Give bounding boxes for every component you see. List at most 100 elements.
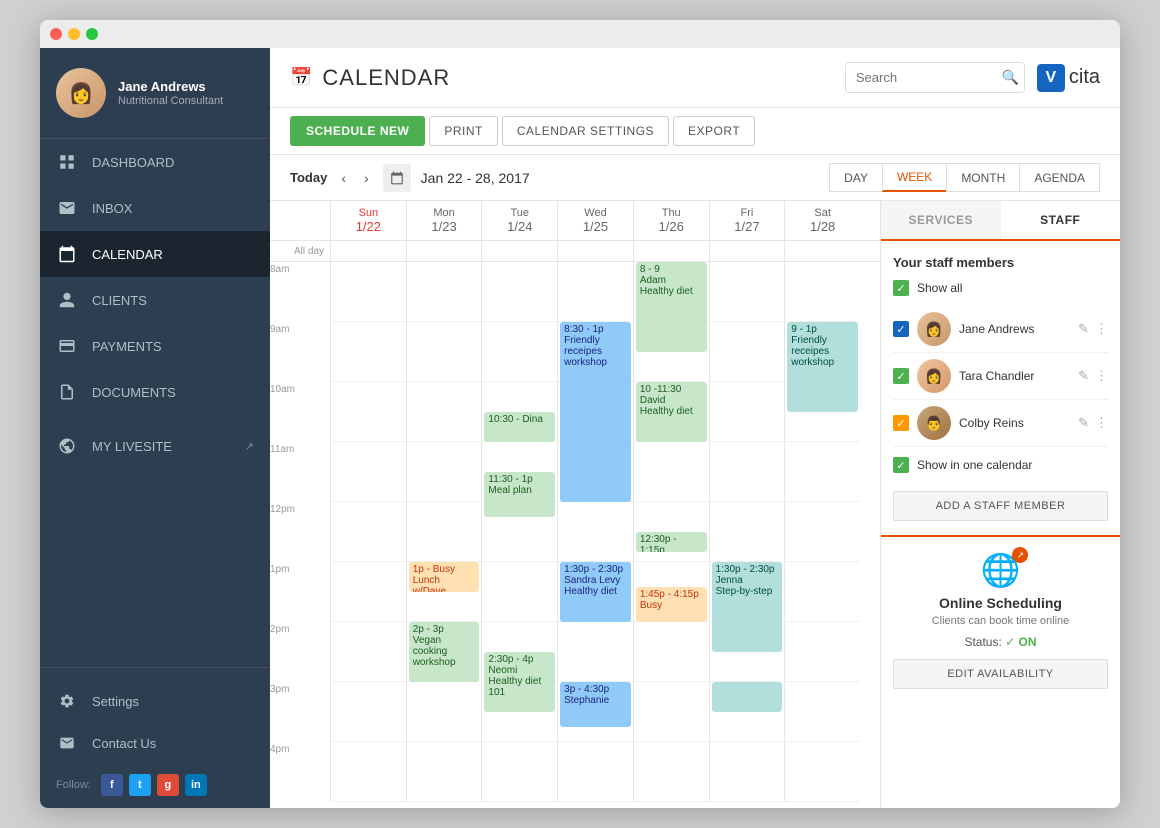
facebook-icon[interactable]: f — [101, 774, 123, 796]
sidebar-item-inbox[interactable]: INBOX — [40, 185, 270, 231]
grid-cell-day0-slot2[interactable] — [330, 382, 406, 442]
grid-cell-day1-slot6[interactable]: 2p - 3p Vegan cooking workshop — [406, 622, 482, 682]
grid-cell-day6-slot5[interactable] — [784, 562, 860, 622]
calendar-event[interactable]: 2:30p - 4p Neomi Healthy diet 101 — [484, 652, 555, 712]
sidebar-item-contact[interactable]: Contact Us — [56, 722, 254, 764]
googleplus-icon[interactable]: g — [157, 774, 179, 796]
grid-cell-day3-slot6[interactable] — [557, 622, 633, 682]
grid-cell-day2-slot3[interactable]: 11:30 - 1p Meal plan — [481, 442, 557, 502]
sidebar-item-settings[interactable]: Settings — [56, 680, 254, 722]
sidebar-item-calendar[interactable]: CALENDAR — [40, 231, 270, 277]
twitter-icon[interactable]: t — [129, 774, 151, 796]
calendar-settings-button[interactable]: CALENDAR SETTINGS — [502, 116, 669, 146]
show-all-checkbox[interactable]: ✓ — [893, 280, 909, 296]
export-button[interactable]: EXPORT — [673, 116, 755, 146]
add-staff-button[interactable]: ADD A STAFF MEMBER — [893, 491, 1108, 521]
schedule-new-button[interactable]: SCHEDULE NEW — [290, 116, 425, 146]
month-view-button[interactable]: MONTH — [946, 163, 1019, 192]
calendar-event[interactable]: 1:30p - 2:30p Sandra Levy Healthy diet — [560, 562, 631, 622]
grid-cell-day3-slot4[interactable] — [557, 502, 633, 562]
grid-cell-day3-slot0[interactable] — [557, 262, 633, 322]
grid-cell-day1-slot2[interactable] — [406, 382, 482, 442]
close-dot[interactable] — [50, 28, 62, 40]
tara-more-icon[interactable]: ⋮ — [1095, 368, 1108, 384]
grid-cell-day1-slot5[interactable]: 1p - Busy Lunch w/Dave — [406, 562, 482, 622]
minimize-dot[interactable] — [68, 28, 80, 40]
sidebar-item-payments[interactable]: PAYMENTS — [40, 323, 270, 369]
linkedin-icon[interactable]: in — [185, 774, 207, 796]
day-view-button[interactable]: DAY — [829, 163, 882, 192]
grid-cell-day2-slot1[interactable] — [481, 322, 557, 382]
grid-cell-day2-slot2[interactable]: 10:30 - Dina — [481, 382, 557, 442]
grid-cell-day5-slot7[interactable] — [709, 682, 785, 742]
grid-cell-day4-slot2[interactable]: 10 -11:30 David Healthy diet — [633, 382, 709, 442]
grid-cell-day0-slot5[interactable] — [330, 562, 406, 622]
grid-cell-day4-slot3[interactable] — [633, 442, 709, 502]
grid-cell-day2-slot5[interactable] — [481, 562, 557, 622]
calendar-event[interactable]: 2p - 3p Vegan cooking workshop — [409, 622, 480, 682]
calendar-event[interactable]: 1p - Busy Lunch w/Dave — [409, 562, 480, 592]
grid-cell-day5-slot3[interactable] — [709, 442, 785, 502]
week-view-button[interactable]: WEEK — [882, 163, 946, 192]
grid-cell-day1-slot0[interactable] — [406, 262, 482, 322]
grid-cell-day5-slot0[interactable] — [709, 262, 785, 322]
grid-cell-day2-slot8[interactable] — [481, 742, 557, 802]
services-tab[interactable]: SERVICES — [881, 201, 1001, 239]
tara-edit-icon[interactable]: ✎ — [1078, 368, 1089, 384]
sidebar-item-mylivesite[interactable]: MY LIVESITE ↗ — [40, 423, 270, 469]
grid-cell-day1-slot1[interactable] — [406, 322, 482, 382]
grid-cell-day0-slot7[interactable] — [330, 682, 406, 742]
grid-cell-day0-slot1[interactable] — [330, 322, 406, 382]
jane-more-icon[interactable]: ⋮ — [1095, 321, 1108, 337]
grid-cell-day2-slot0[interactable] — [481, 262, 557, 322]
grid-cell-day4-slot6[interactable] — [633, 622, 709, 682]
grid-cell-day3-slot5[interactable]: 1:30p - Jack1:30p - 2:30p Sandra Levy He… — [557, 562, 633, 622]
today-button[interactable]: Today — [290, 170, 327, 185]
grid-cell-day1-slot8[interactable] — [406, 742, 482, 802]
edit-availability-button[interactable]: EDIT AVAILABILITY — [893, 659, 1108, 689]
grid-cell-day4-slot8[interactable] — [633, 742, 709, 802]
tara-checkbox[interactable]: ✓ — [893, 368, 909, 384]
grid-cell-day6-slot8[interactable] — [784, 742, 860, 802]
calendar-event[interactable]: 8:30 - 1p Friendly receipes workshop — [560, 322, 631, 502]
calendar-event[interactable]: 1:30p - 2:30p Jenna Step-by-step — [712, 562, 783, 652]
show-one-cal-checkbox[interactable]: ✓ — [893, 457, 909, 473]
show-all-checkbox-row[interactable]: ✓ Show all — [893, 280, 1108, 296]
maximize-dot[interactable] — [86, 28, 98, 40]
grid-cell-day6-slot0[interactable] — [784, 262, 860, 322]
grid-cell-day4-slot4[interactable]: 12:30p - 1:15p Lunch — [633, 502, 709, 562]
calendar-event[interactable]: 3p - 4:30p Stephanie — [560, 682, 631, 727]
grid-cell-day1-slot3[interactable] — [406, 442, 482, 502]
grid-cell-day6-slot4[interactable] — [784, 502, 860, 562]
grid-cell-day5-slot1[interactable] — [709, 322, 785, 382]
colby-edit-icon[interactable]: ✎ — [1078, 415, 1089, 431]
grid-cell-day4-slot0[interactable]: 8 - 9 Adam Healthy diet — [633, 262, 709, 322]
grid-cell-day0-slot3[interactable] — [330, 442, 406, 502]
grid-cell-day6-slot1[interactable]: 9 - 1p Friendly receipes workshop — [784, 322, 860, 382]
show-one-calendar-row[interactable]: ✓ Show in one calendar — [893, 447, 1108, 483]
calendar-event[interactable]: 8 - 9 Adam Healthy diet — [636, 262, 707, 352]
grid-cell-day5-slot4[interactable] — [709, 502, 785, 562]
next-week-button[interactable]: › — [360, 168, 373, 188]
grid-cell-day5-slot2[interactable] — [709, 382, 785, 442]
grid-cell-day6-slot7[interactable] — [784, 682, 860, 742]
calendar-event[interactable]: 12:30p - 1:15p Lunch — [636, 532, 707, 552]
staff-tab[interactable]: STAFF — [1001, 201, 1121, 239]
calendar-event[interactable]: 10 -11:30 David Healthy diet — [636, 382, 707, 442]
agenda-view-button[interactable]: AGENDA — [1019, 163, 1100, 192]
grid-cell-day2-slot6[interactable]: 2:30p - 4p Neomi Healthy diet 101 — [481, 622, 557, 682]
grid-cell-day1-slot4[interactable] — [406, 502, 482, 562]
grid-cell-day5-slot8[interactable] — [709, 742, 785, 802]
grid-cell-day0-slot8[interactable] — [330, 742, 406, 802]
grid-cell-day4-slot7[interactable] — [633, 682, 709, 742]
calendar-event[interactable]: 9 - 1p Friendly receipes workshop — [787, 322, 858, 412]
sidebar-item-documents[interactable]: DOCUMENTS — [40, 369, 270, 415]
search-input[interactable] — [856, 70, 996, 85]
grid-cell-day3-slot1[interactable]: 8:30 - 1p Friendly receipes workshop — [557, 322, 633, 382]
jane-edit-icon[interactable]: ✎ — [1078, 321, 1089, 337]
calendar-event[interactable]: 10:30 - Dina — [484, 412, 555, 442]
grid-cell-day3-slot7[interactable]: 3p - 4:30p Stephanie — [557, 682, 633, 742]
grid-cell-day6-slot3[interactable] — [784, 442, 860, 502]
grid-cell-day1-slot7[interactable] — [406, 682, 482, 742]
colby-more-icon[interactable]: ⋮ — [1095, 415, 1108, 431]
